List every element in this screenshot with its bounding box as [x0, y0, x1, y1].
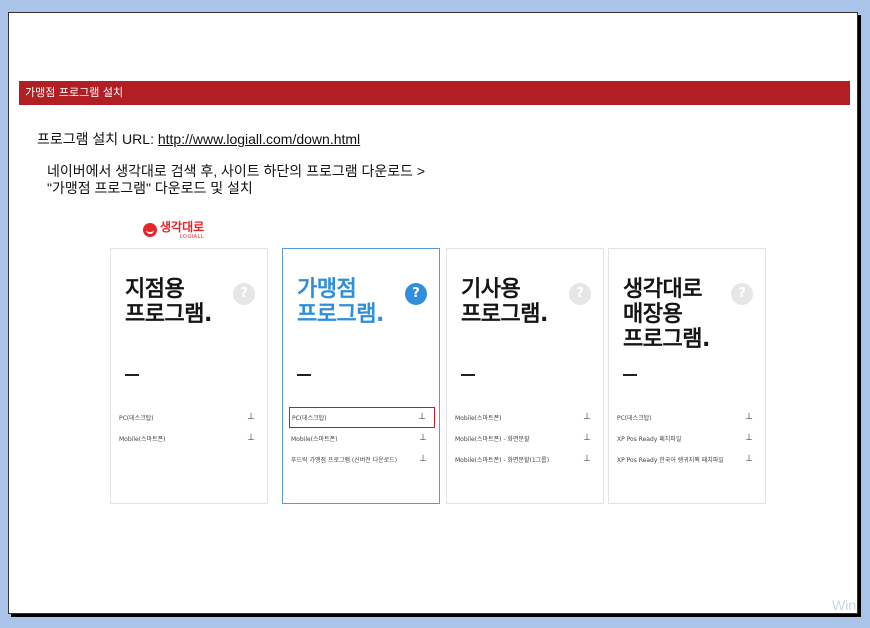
- program-card: 기사용 프로그램.? Mobile(스마트폰) ⊥ Mobile(스마트폰) - 화면…: [446, 248, 604, 504]
- download-icon[interactable]: ⊥: [745, 434, 753, 443]
- download-label: PC(데스크탑): [292, 415, 327, 422]
- download-item[interactable]: 푸드릭 가맹점 프로그램 (신버전 다운로드) ⊥: [289, 449, 435, 470]
- download-icon[interactable]: ⊥: [583, 413, 591, 422]
- card-divider: [297, 374, 311, 376]
- download-label: Mobile(스마트폰): [291, 436, 338, 443]
- logo-subtext: LOGIALL: [179, 234, 205, 240]
- instruction-line-2: "가맹점 프로그램" 다운로드 및 설치: [47, 180, 253, 196]
- card-divider: [125, 374, 139, 376]
- install-url-line: 프로그램 설치 URL: http://www.logiall.com/down…: [37, 129, 360, 149]
- card-title: 기사용 프로그램.: [461, 277, 548, 327]
- download-icon[interactable]: ⊥: [419, 455, 427, 464]
- card-title: 지점용 프로그램.: [125, 277, 212, 327]
- download-list: PC(데스크탑) ⊥ XP Pos Ready 패치파일 ⊥ XP Pos Ready …: [615, 407, 761, 470]
- download-item[interactable]: XP Pos Ready 한국어 랭귀지팩 패치파일 ⊥: [615, 449, 761, 470]
- help-icon[interactable]: ?: [233, 283, 255, 305]
- download-label: 푸드릭 가맹점 프로그램 (신버전 다운로드): [291, 457, 398, 464]
- download-item[interactable]: XP Pos Ready 패치파일 ⊥: [615, 428, 761, 449]
- help-icon[interactable]: ?: [569, 283, 591, 305]
- download-icon[interactable]: ⊥: [745, 455, 753, 464]
- help-icon[interactable]: ?: [405, 283, 427, 305]
- download-label: Mobile(스마트폰): [455, 415, 502, 422]
- card-title: 생각대로 매장용 프로그램.: [623, 277, 710, 352]
- install-url-label: 프로그램 설치 URL:: [37, 131, 154, 147]
- download-label: XP Pos Ready 패치파일: [617, 436, 682, 443]
- download-list: PC(데스크탑) ⊥ Mobile(스마트폰) ⊥: [117, 407, 263, 449]
- download-item[interactable]: Mobile(스마트폰) ⊥: [289, 428, 435, 449]
- download-item[interactable]: Mobile(스마트폰) - 화면분할 ⊥: [453, 428, 599, 449]
- logiall-logo: 생각대로 LOGIALL: [143, 221, 204, 240]
- download-icon[interactable]: ⊥: [247, 413, 255, 422]
- card-title: 가맹점 프로그램.: [297, 277, 384, 327]
- download-label: Mobile(스마트폰) - 화면분할(1그룹): [455, 457, 550, 464]
- download-list: PC(데스크탑) ⊥ Mobile(스마트폰) ⊥ 푸드릭 가맹점 프로그램 (신버전 …: [289, 407, 435, 470]
- watermark-text: Win: [832, 597, 857, 613]
- help-icon[interactable]: ?: [731, 283, 753, 305]
- bulb-logo-icon: [143, 223, 157, 237]
- download-item[interactable]: PC(데스크탑) ⊥: [117, 407, 263, 428]
- download-label: XP Pos Ready 한국어 랭귀지팩 패치파일: [617, 457, 724, 464]
- download-icon[interactable]: ⊥: [745, 413, 753, 422]
- download-label: Mobile(스마트폰): [119, 436, 166, 443]
- card-divider: [461, 374, 475, 376]
- section-banner: 가맹점 프로그램 설치: [19, 81, 850, 105]
- program-card: 생각대로 매장용 프로그램.? PC(데스크탑) ⊥ XP Pos Ready 패치파…: [608, 248, 766, 504]
- download-label: PC(데스크탑): [617, 415, 652, 422]
- download-item[interactable]: Mobile(스마트폰) - 화면분할(1그룹) ⊥: [453, 449, 599, 470]
- logo-text: 생각대로: [160, 220, 205, 234]
- download-item[interactable]: PC(데스크탑) ⊥: [615, 407, 761, 428]
- program-cards: 지점용 프로그램.? PC(데스크탑) ⊥ Mobile(스마트폰) ⊥ 가맹점 프로그램…: [110, 248, 766, 504]
- download-icon[interactable]: ⊥: [583, 434, 591, 443]
- download-label: Mobile(스마트폰) - 화면분할: [455, 436, 530, 443]
- download-icon[interactable]: ⊥: [247, 434, 255, 443]
- install-url-link[interactable]: http://www.logiall.com/down.html: [158, 131, 360, 147]
- download-item[interactable]: Mobile(스마트폰) ⊥: [453, 407, 599, 428]
- download-label: PC(데스크탑): [119, 415, 154, 422]
- download-icon[interactable]: ⊥: [418, 413, 426, 422]
- download-icon[interactable]: ⊥: [583, 455, 591, 464]
- program-card: 가맹점 프로그램.? PC(데스크탑) ⊥ Mobile(스마트폰) ⊥ 푸드릭 가맹점 …: [282, 248, 440, 504]
- download-list: Mobile(스마트폰) ⊥ Mobile(스마트폰) - 화면분할 ⊥ Mobile(…: [453, 407, 599, 470]
- instruction-line-1: 네이버에서 생각대로 검색 후, 사이트 하단의 프로그램 다운로드 >: [47, 163, 426, 179]
- instruction-text: 네이버에서 생각대로 검색 후, 사이트 하단의 프로그램 다운로드 > "가맹…: [47, 163, 425, 197]
- card-divider: [623, 374, 637, 376]
- download-item[interactable]: Mobile(스마트폰) ⊥: [117, 428, 263, 449]
- download-icon[interactable]: ⊥: [419, 434, 427, 443]
- program-card: 지점용 프로그램.? PC(데스크탑) ⊥ Mobile(스마트폰) ⊥: [110, 248, 268, 504]
- download-item[interactable]: PC(데스크탑) ⊥: [289, 407, 435, 428]
